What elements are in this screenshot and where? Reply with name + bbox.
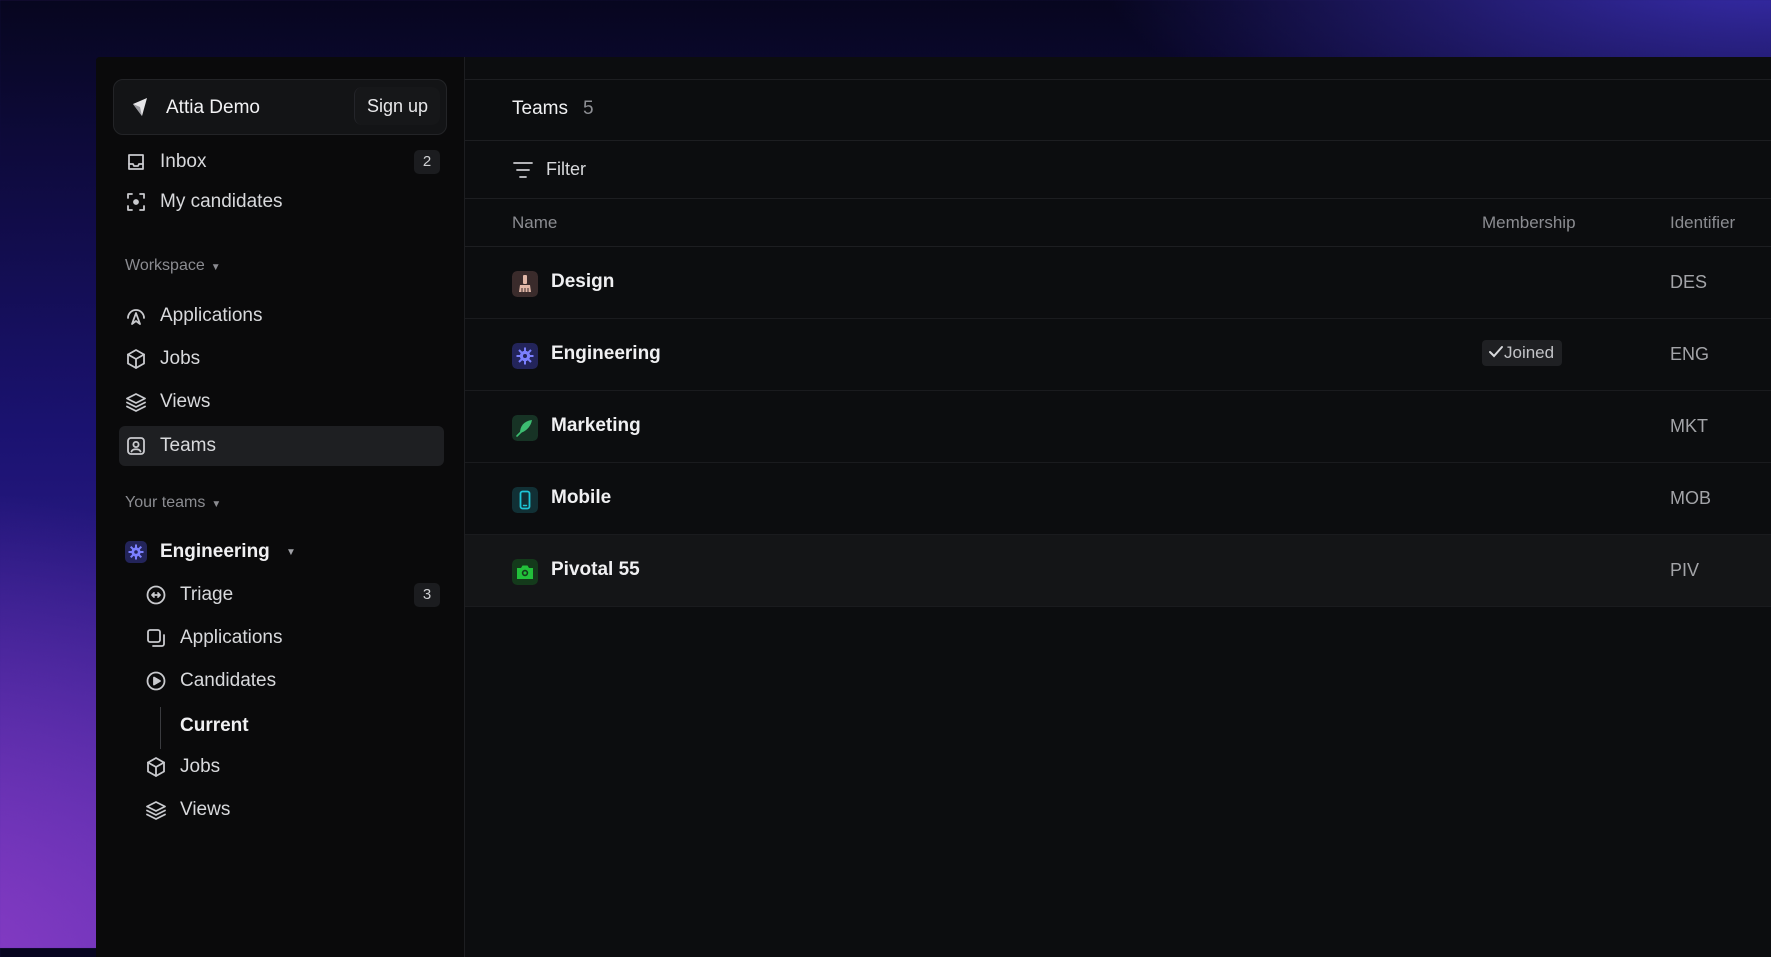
workspace-section-toggle[interactable]: Workspace ▼ [125,257,221,275]
gear-icon [125,541,147,563]
sidebar-team-engineering[interactable]: Engineering ▼ [119,533,444,571]
sign-up-button[interactable]: Sign up [353,87,440,125]
caret-down-icon: ▼ [210,262,221,273]
team-identifier: MOB [1670,488,1712,508]
play-circle-icon [146,671,166,691]
phone-icon [512,487,538,513]
page-header: Teams 5 [465,79,1771,141]
filter-button[interactable]: Filter [546,159,586,180]
sidebar-item-label: Triage [180,584,234,605]
app-window: Attia Demo Sign up Inbox 2 My candidates… [96,57,1771,957]
column-header-membership[interactable]: Membership [1482,213,1576,233]
inbox-count-badge: 2 [414,150,440,174]
gear-icon [512,343,538,369]
sidebar-item-inbox[interactable]: Inbox 2 [119,143,444,181]
sidebar-item-team-applications[interactable]: Applications [119,619,444,657]
sidebar-item-views[interactable]: Views [119,383,444,421]
teams-count: 5 [583,98,594,119]
team-name: Mobile [551,487,612,508]
sidebar-item-my-candidates[interactable]: My candidates [119,183,444,221]
table-row[interactable]: Design DES [465,247,1771,319]
sidebar-item-team-jobs[interactable]: Jobs [119,748,444,786]
joined-badge[interactable]: Joined [1482,340,1563,366]
caret-down-icon: ▼ [211,499,222,510]
section-label: Workspace [125,257,205,274]
table-row[interactable]: Marketing MKT [465,391,1771,463]
table-header: Name Membership Identifier [465,199,1771,247]
sidebar-item-jobs[interactable]: Jobs [119,340,444,378]
sidebar-item-applications[interactable]: Applications [119,297,444,335]
table-row[interactable]: Pivotal 55 PIV [465,535,1771,607]
sidebar-item-label: Views [180,799,231,820]
sidebar-item-label: Teams [160,435,216,456]
column-header-identifier[interactable]: Identifier [1670,213,1735,233]
sidebar-item-label: Engineering [160,541,270,562]
sidebar-item-current[interactable]: Current [180,715,249,737]
table-row[interactable]: Mobile MOB [465,463,1771,535]
logo-icon [133,98,147,116]
layers-icon [126,393,146,412]
team-identifier: PIV [1670,560,1700,580]
sidebar-item-candidates[interactable]: Candidates [119,662,444,700]
team-name: Design [551,271,615,292]
team-name: Pivotal 55 [551,559,640,580]
section-label: Your teams [125,494,206,511]
check-icon [1489,346,1503,358]
sidebar: Attia Demo Sign up Inbox 2 My candidates… [96,57,465,957]
sidebar-item-label: My candidates [160,191,283,212]
user-square-icon [127,437,145,455]
sidebar-item-label: Inbox [160,151,207,172]
box-icon [147,757,165,777]
table-row[interactable]: Engineering Joined ENG [465,319,1771,391]
team-identifier: ENG [1670,344,1710,364]
feather-icon [512,415,538,441]
workspace-header[interactable]: Attia Demo Sign up [113,79,447,135]
inbox-icon [128,154,144,170]
sidebar-item-label: Jobs [180,756,221,777]
sidebar-item-triage[interactable]: Triage 3 [119,576,444,614]
paintbrush-icon [512,271,538,297]
sidebar-item-label: Applications [180,627,283,648]
triage-icon [146,585,166,605]
team-identifier: DES [1670,272,1708,292]
team-name: Engineering [551,343,661,364]
workspace-name: Attia Demo [166,97,260,118]
your-teams-section-toggle[interactable]: Your teams ▼ [125,494,221,512]
membership-label: Joined [1504,343,1555,362]
main-content: Teams 5 Filter Name Membership Identifie… [465,57,1771,957]
sidebar-item-team-views[interactable]: Views [119,791,444,829]
sidebar-item-label: Candidates [180,670,277,691]
box-icon [127,349,145,369]
sidebar-item-label: Applications [160,305,263,326]
focus-icon [127,193,145,211]
camera-icon [512,559,538,585]
filter-bar: Filter [465,140,1771,199]
triage-count-badge: 3 [414,583,440,607]
team-identifier: MKT [1670,416,1708,436]
sidebar-item-label: Views [160,391,211,412]
sidebar-item-label: Jobs [160,348,201,369]
page-title: Teams [512,98,568,119]
filter-icon[interactable] [512,160,534,180]
column-header-name[interactable]: Name [512,213,557,233]
team-name: Marketing [551,415,641,436]
layers-icon [146,801,166,820]
tree-line [160,707,161,749]
caret-down-icon[interactable]: ▼ [286,547,296,558]
sidebar-item-teams[interactable]: Teams [119,426,444,466]
applications-icon [127,309,145,325]
copy-icon [147,629,165,647]
